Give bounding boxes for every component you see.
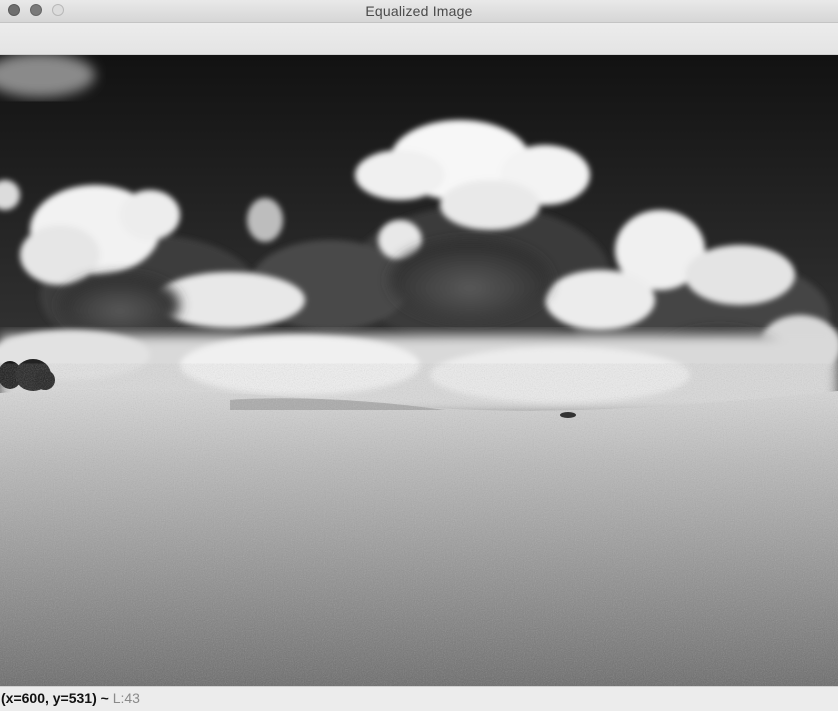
image-window: Equalized Image (x=600, y=531) ~ L:43 [0, 0, 838, 711]
landscape-image [0, 55, 838, 686]
status-bar: (x=600, y=531) ~ L:43 [0, 686, 838, 711]
status-readout: (x=600, y=531) ~ L:43 [1, 687, 140, 709]
pixel-value: L:43 [112, 690, 140, 706]
title-bar[interactable]: Equalized Image [0, 0, 838, 23]
window-title: Equalized Image [365, 3, 473, 19]
distant-tree [560, 412, 576, 418]
toolbar [0, 23, 838, 55]
status-separator: ~ [96, 690, 113, 706]
pixel-coordinates: (x=600, y=531) [1, 690, 97, 706]
image-canvas[interactable] [0, 55, 838, 686]
